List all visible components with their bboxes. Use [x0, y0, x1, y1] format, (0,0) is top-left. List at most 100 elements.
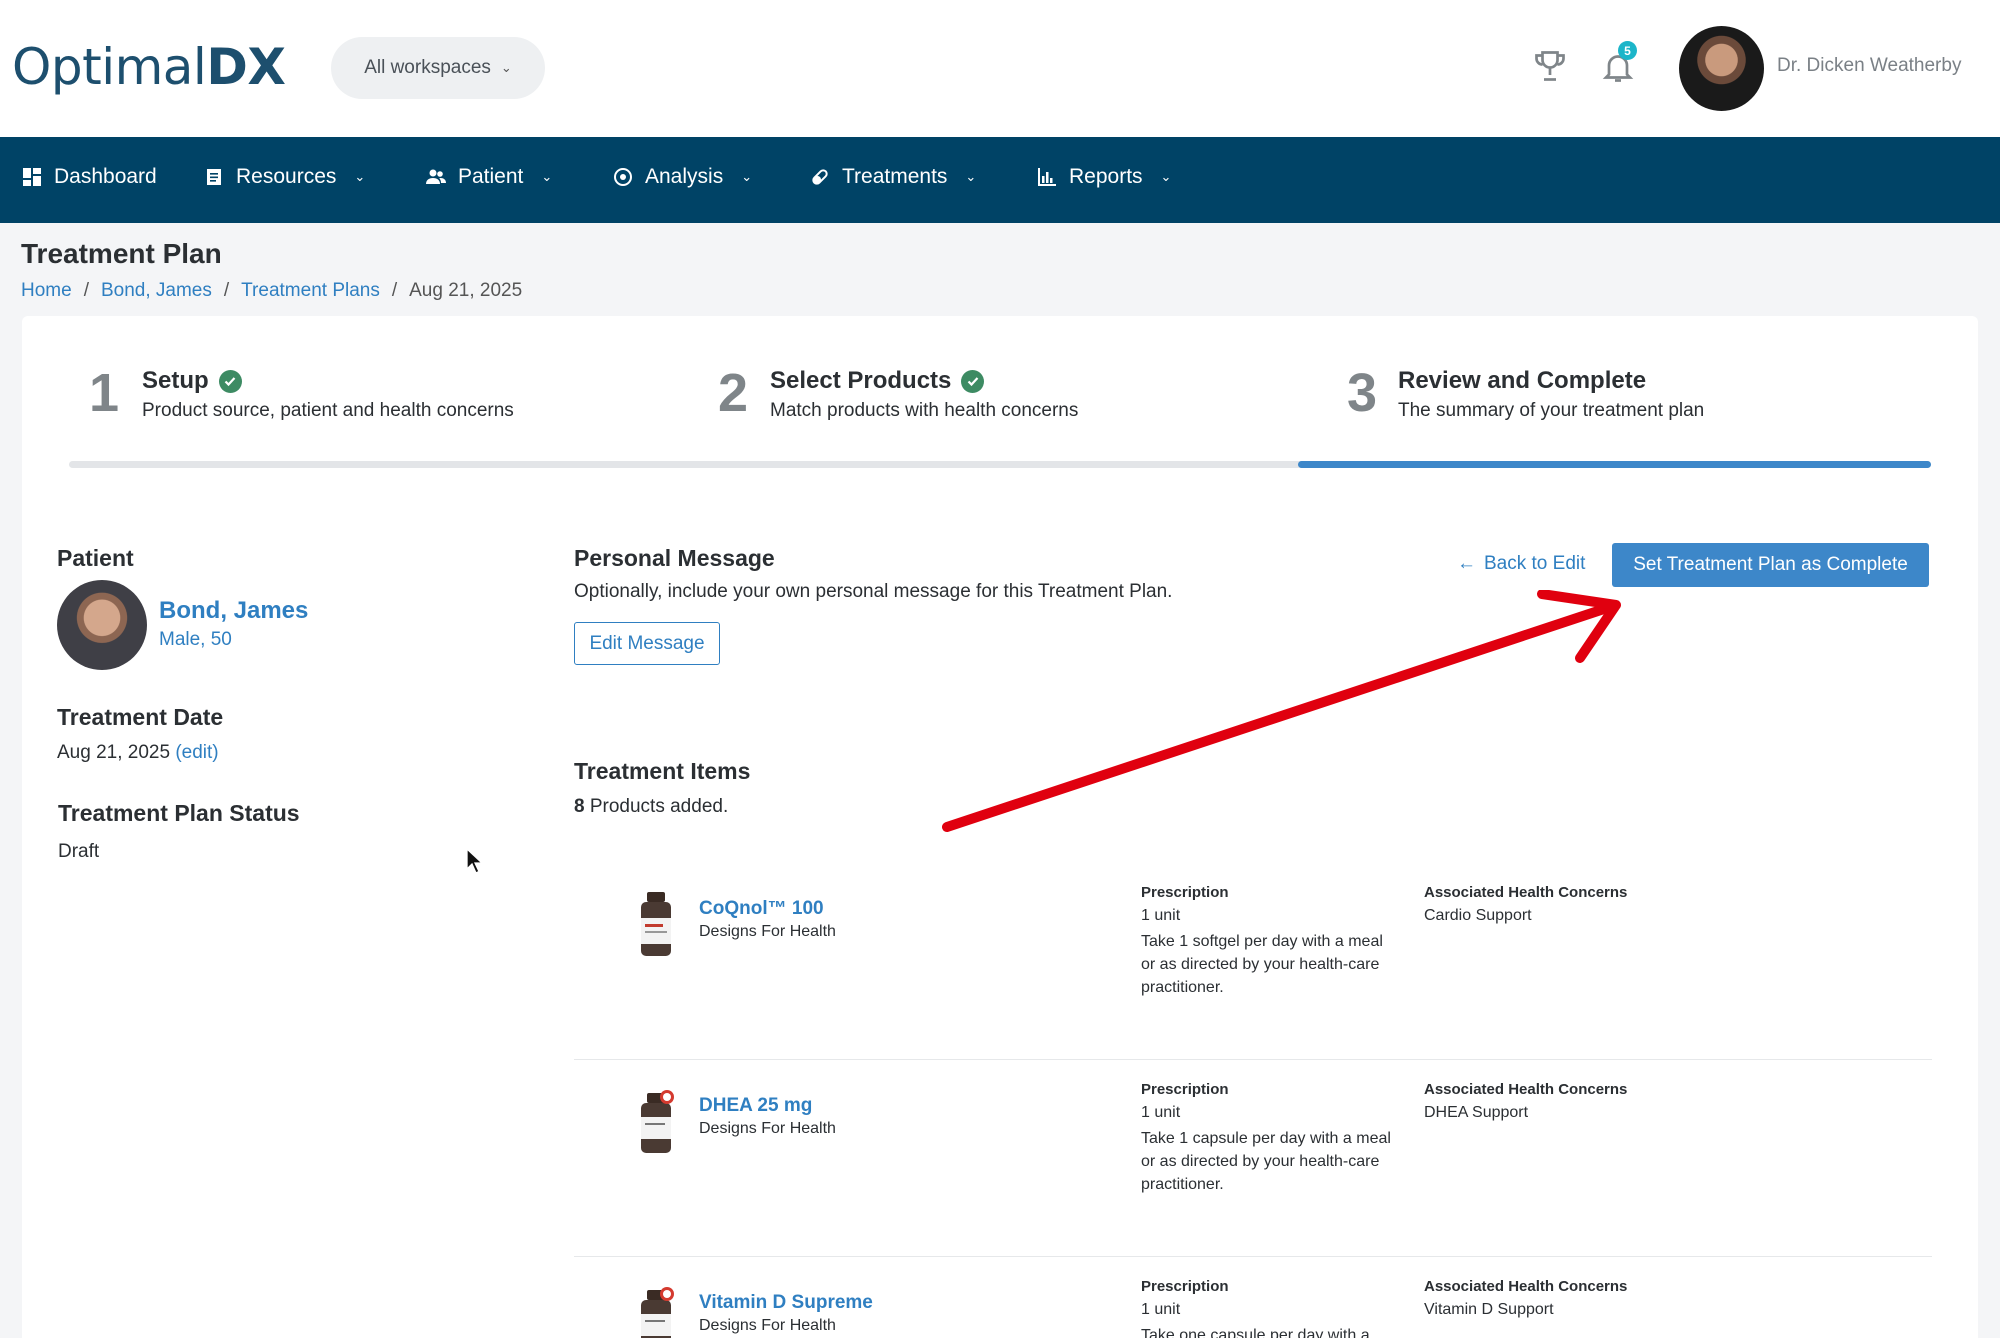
chevron-down-icon: ⌄ [500, 60, 512, 75]
notification-badge: 5 [1618, 41, 1637, 60]
back-to-edit-label: Back to Edit [1484, 553, 1586, 574]
user-avatar[interactable] [1679, 26, 1764, 111]
chevron-down-icon: ⌄ [541, 169, 553, 184]
step-title: Setup [142, 367, 242, 395]
product-bottle-icon [641, 1090, 674, 1153]
treatment-item-row: Vitamin D Supreme Designs For Health Pre… [574, 1256, 1932, 1338]
dashboard-icon [23, 168, 41, 186]
progress-fill [1298, 461, 1931, 468]
step-title-text: Select Products [770, 367, 952, 394]
health-concerns-heading: Associated Health Concerns [1424, 1081, 1628, 1098]
edit-date-link[interactable]: (edit) [175, 742, 218, 763]
product-brand: Designs For Health [699, 923, 836, 940]
product-bottle-icon [641, 892, 671, 956]
bar-chart-icon [1038, 168, 1056, 186]
nav-resources[interactable]: Resources ⌄ [204, 165, 365, 189]
prescription-heading: Prescription [1141, 1081, 1229, 1098]
set-complete-button[interactable]: Set Treatment Plan as Complete [1612, 543, 1929, 587]
target-icon [614, 168, 632, 186]
pill-icon [812, 169, 828, 185]
check-circle-icon [961, 369, 985, 393]
chevron-down-icon: ⌄ [965, 169, 977, 184]
breadcrumb-treatment-plans[interactable]: Treatment Plans [241, 280, 380, 302]
product-name-link[interactable]: CoQnol™ 100 [699, 898, 824, 920]
health-concerns-heading: Associated Health Concerns [1424, 1278, 1628, 1295]
breadcrumb-home[interactable]: Home [21, 280, 72, 302]
step-description: Product source, patient and health conce… [142, 400, 514, 421]
step-number: 2 [718, 363, 749, 423]
chevron-down-icon: ⌄ [354, 169, 366, 184]
step-title: Review and Complete [1398, 367, 1646, 395]
nav-treatments-label: Treatments [842, 165, 948, 188]
mouse-pointer-icon [466, 848, 484, 874]
logo-text-b: DX [206, 38, 286, 96]
prescription-quantity: 1 unit [1141, 1104, 1181, 1121]
edit-message-button[interactable]: Edit Message [574, 622, 720, 665]
trophy-icon[interactable] [1532, 48, 1568, 84]
breadcrumb-separator: / [391, 280, 398, 301]
treatment-item-row: DHEA 25 mg Designs For Health Prescripti… [574, 1059, 1932, 1257]
health-concern-value: Cardio Support [1424, 907, 1532, 924]
patient-heading: Patient [57, 545, 134, 571]
workspace-selector[interactable]: All workspaces ⌄ [331, 37, 545, 99]
step-title: Select Products [770, 367, 985, 395]
status-value: Draft [58, 841, 100, 862]
optimal-dx-logo[interactable]: OptimalDX [12, 38, 286, 96]
users-icon [426, 169, 446, 184]
status-heading: Treatment Plan Status [58, 800, 300, 826]
items-count-suffix: Products added. [589, 796, 729, 817]
nav-analysis[interactable]: Analysis ⌄ [613, 165, 752, 189]
nav-patient[interactable]: Patient ⌄ [426, 165, 552, 189]
product-name-link[interactable]: DHEA 25 mg [699, 1095, 812, 1117]
product-bottle-icon [641, 1287, 674, 1338]
treatment-items-heading: Treatment Items [574, 758, 751, 784]
step-description: Match products with health concerns [770, 400, 1079, 421]
patient-name-link[interactable]: Bond, James [159, 597, 308, 625]
treatment-date-value-row: Aug 21, 2025 (edit) [57, 742, 219, 764]
breadcrumb-patient[interactable]: Bond, James [101, 280, 212, 302]
nav-treatments[interactable]: Treatments ⌄ [810, 165, 976, 189]
arrow-left-icon: ← [1457, 553, 1476, 574]
breadcrumb-current: Aug 21, 2025 [409, 280, 523, 301]
chevron-down-icon: ⌄ [741, 169, 753, 184]
step-number: 1 [89, 363, 120, 423]
personal-message-heading: Personal Message [574, 545, 775, 571]
patient-avatar [57, 580, 147, 670]
top-header: OptimalDX All workspaces ⌄ 5 Dr. Dicken … [0, 0, 2000, 137]
step-number: 3 [1347, 363, 1378, 423]
step-title-text: Setup [142, 367, 209, 394]
page-title: Treatment Plan [21, 238, 222, 269]
health-concern-value: DHEA Support [1424, 1104, 1529, 1121]
treatment-items-count: 8 Products added. [574, 796, 728, 818]
patient-meta: Male, 50 [159, 629, 232, 650]
nav-reports-label: Reports [1069, 165, 1143, 188]
user-name[interactable]: Dr. Dicken Weatherby [1777, 55, 1961, 77]
prescription-quantity: 1 unit [1141, 907, 1181, 924]
nav-patient-label: Patient [458, 165, 524, 188]
step-title-text: Review and Complete [1398, 367, 1647, 394]
nav-dashboard[interactable]: Dashboard [22, 165, 157, 189]
product-name-link[interactable]: Vitamin D Supreme [699, 1292, 873, 1314]
prescription-heading: Prescription [1141, 884, 1229, 901]
treatment-date-heading: Treatment Date [57, 704, 224, 730]
nav-reports[interactable]: Reports ⌄ [1037, 165, 1171, 189]
document-icon [207, 169, 221, 185]
health-concern-value: Vitamin D Support [1424, 1301, 1554, 1318]
prescription-instructions: Take 1 capsule per day with a meal or as… [1141, 1130, 1391, 1193]
prescription-instructions: Take 1 softgel per day with a meal or as… [1141, 933, 1383, 996]
check-circle-icon [218, 369, 242, 393]
annotation-arrow-icon [942, 590, 1621, 832]
product-brand: Designs For Health [699, 1317, 836, 1334]
back-to-edit-link[interactable]: ← Back to Edit [1457, 553, 1585, 575]
step-description: The summary of your treatment plan [1398, 400, 1705, 421]
nav-dashboard-label: Dashboard [54, 165, 157, 188]
main-nav: Dashboard Resources ⌄ Patient ⌄ Analysis… [0, 137, 2000, 223]
product-brand: Designs For Health [699, 1120, 836, 1137]
prescription-quantity: 1 unit [1141, 1301, 1181, 1318]
chevron-down-icon: ⌄ [1160, 169, 1172, 184]
logo-text-a: Optimal [12, 38, 207, 96]
nav-analysis-label: Analysis [645, 165, 724, 188]
items-count-number: 8 [574, 796, 585, 817]
health-concerns-heading: Associated Health Concerns [1424, 884, 1628, 901]
prescription-heading: Prescription [1141, 1278, 1229, 1295]
